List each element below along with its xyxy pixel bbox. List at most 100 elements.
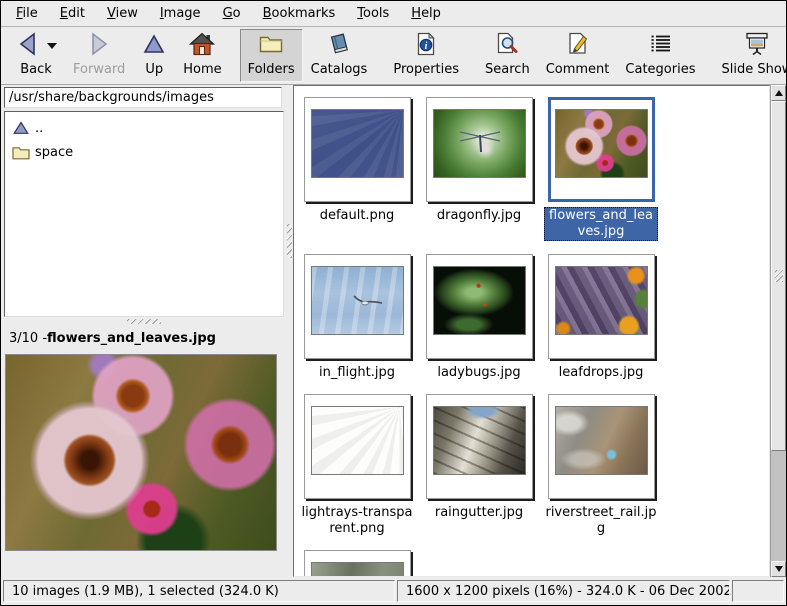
thumbnail-image <box>555 109 648 178</box>
statusbar-left-text: 10 images (1.9 MB), 1 selected (324.0 K) <box>12 584 279 599</box>
thumbnail-image <box>433 109 526 178</box>
menu-file[interactable]: File <box>5 2 49 25</box>
scrollbar-grip <box>775 270 783 282</box>
arrow-down-icon <box>775 566 783 572</box>
scrollbar-track[interactable] <box>771 101 786 561</box>
thumbnail-leafdrops[interactable]: leafdrops.jpg <box>544 254 658 381</box>
thumbnail-label: ladybugs.jpg <box>437 365 520 381</box>
slideshow-button[interactable]: Slide Show <box>713 29 787 82</box>
svg-text:i: i <box>425 41 428 52</box>
thumbnail-in-flight[interactable]: in_flight.jpg <box>300 254 414 381</box>
home-icon <box>189 31 215 61</box>
menu-edit[interactable]: Edit <box>49 2 96 25</box>
thumbnail-dragonfly[interactable]: dragonfly.jpg <box>422 97 536 241</box>
catalogs-button[interactable]: Catalogs <box>303 29 376 82</box>
folder-icon <box>11 145 31 160</box>
document-info-icon: i <box>413 31 439 61</box>
vertical-scrollbar[interactable] <box>770 85 786 577</box>
back-icon <box>15 31 41 61</box>
search-label: Search <box>485 62 530 77</box>
scrollbar-thumb[interactable] <box>771 101 786 451</box>
comment-button[interactable]: Comment <box>538 29 618 82</box>
menu-view[interactable]: View <box>96 2 149 25</box>
selection-filename: flowers_and_leaves.jpg <box>47 331 216 346</box>
search-icon <box>494 31 520 61</box>
tree-item-label: .. <box>35 121 43 136</box>
categories-button[interactable]: Categories <box>617 29 703 82</box>
thumbnail-lightrays-transparent[interactable]: lightrays-transparent.png <box>300 394 414 537</box>
up-button[interactable]: Up <box>133 29 175 82</box>
list-icon <box>647 31 673 61</box>
search-button[interactable]: Search <box>477 29 538 82</box>
preview-image <box>5 354 277 551</box>
left-pane: .. space 3/10 - flowers_and_leaves.jpg <box>1 85 285 577</box>
splitter-grip <box>287 224 292 258</box>
forward-label: Forward <box>73 62 125 77</box>
slideshow-label: Slide Show <box>721 62 787 77</box>
horizontal-splitter[interactable] <box>4 317 284 326</box>
preview-pane <box>4 351 284 577</box>
menu-bookmarks[interactable]: Bookmarks <box>252 2 347 25</box>
thumbnail-riverstreet-rail[interactable]: riverstreet_rail.jpg <box>544 394 658 537</box>
menu-go[interactable]: Go <box>212 2 252 25</box>
scroll-up-button[interactable] <box>771 85 786 101</box>
document-pencil-icon <box>565 31 591 61</box>
up-label: Up <box>145 62 163 77</box>
toolbar: Back Forward Up Home Folders <box>1 27 786 85</box>
up-icon <box>141 31 167 61</box>
up-triangle-icon <box>11 121 31 135</box>
thumbnail-label: in_flight.jpg <box>319 365 395 381</box>
properties-button[interactable]: i Properties <box>385 29 467 82</box>
thumbnail-flowers-and-leaves[interactable]: flowers_and_leaves.jpg <box>544 97 658 241</box>
statusbar: 10 images (1.9 MB), 1 selected (324.0 K)… <box>1 577 786 605</box>
location-input[interactable] <box>4 87 282 108</box>
thumbnail-default[interactable]: default.png <box>300 97 414 241</box>
thumbnail-browser: default.png dragonfly.jpg flowers_and_le… <box>293 85 770 577</box>
thumbnail-label: default.png <box>320 208 395 224</box>
thumbnail-image <box>311 406 404 475</box>
vertical-splitter[interactable] <box>285 85 293 577</box>
categories-label: Categories <box>625 62 695 77</box>
thumbnail-image <box>555 266 648 335</box>
thumbnail-label: leafdrops.jpg <box>559 365 644 381</box>
main-area: .. space 3/10 - flowers_and_leaves.jpg <box>1 85 786 577</box>
selection-position: 3/10 - <box>9 331 47 346</box>
bird-glyph <box>350 293 384 309</box>
thumbnail-label: riverstreet_rail.jpg <box>544 505 658 537</box>
folder-icon <box>258 31 284 61</box>
forward-icon <box>86 31 112 61</box>
thumbnail-label: raingutter.jpg <box>435 505 523 521</box>
gthumb-window: File Edit View Image Go Bookmarks Tools … <box>0 0 787 606</box>
menu-tools[interactable]: Tools <box>346 2 400 25</box>
thumbnail-partial[interactable] <box>300 550 414 577</box>
thumbnail-raingutter[interactable]: raingutter.jpg <box>422 394 536 537</box>
dragonfly-glyph <box>458 128 502 154</box>
thumbnail-grid: default.png dragonfly.jpg flowers_and_le… <box>294 86 769 577</box>
folder-tree: .. space <box>4 111 284 317</box>
thumbnail-image <box>555 406 648 475</box>
thumbnail-image <box>311 266 404 335</box>
thumbnail-image <box>311 562 404 577</box>
menu-image[interactable]: Image <box>149 2 212 25</box>
thumbnail-ladybugs[interactable]: ladybugs.jpg <box>422 254 536 381</box>
back-button[interactable]: Back <box>7 29 65 82</box>
arrow-up-icon <box>775 90 783 96</box>
scroll-down-button[interactable] <box>771 561 786 577</box>
tree-item-label: space <box>35 145 73 160</box>
menu-help[interactable]: Help <box>400 2 452 25</box>
folders-button[interactable]: Folders <box>240 29 303 82</box>
back-dropdown-caret[interactable] <box>47 43 57 49</box>
tree-item-parent[interactable]: .. <box>7 116 281 140</box>
statusbar-images-info: 10 images (1.9 MB), 1 selected (324.0 K) <box>3 580 395 602</box>
statusbar-spacer <box>732 580 784 602</box>
back-label: Back <box>20 62 52 77</box>
thumbnail-label: flowers_and_leaves.jpg <box>544 207 658 241</box>
statusbar-image-details: 1600 x 1200 pixels (16%) - 324.0 K - 06 … <box>397 580 730 602</box>
tree-item-space[interactable]: space <box>7 140 281 164</box>
thumbnail-image <box>433 266 526 335</box>
thumbnail-label: lightrays-transparent.png <box>300 505 414 537</box>
thumbnail-image <box>311 109 404 178</box>
catalogs-label: Catalogs <box>311 62 368 77</box>
menubar: File Edit View Image Go Bookmarks Tools … <box>1 1 786 27</box>
home-button[interactable]: Home <box>175 29 229 82</box>
